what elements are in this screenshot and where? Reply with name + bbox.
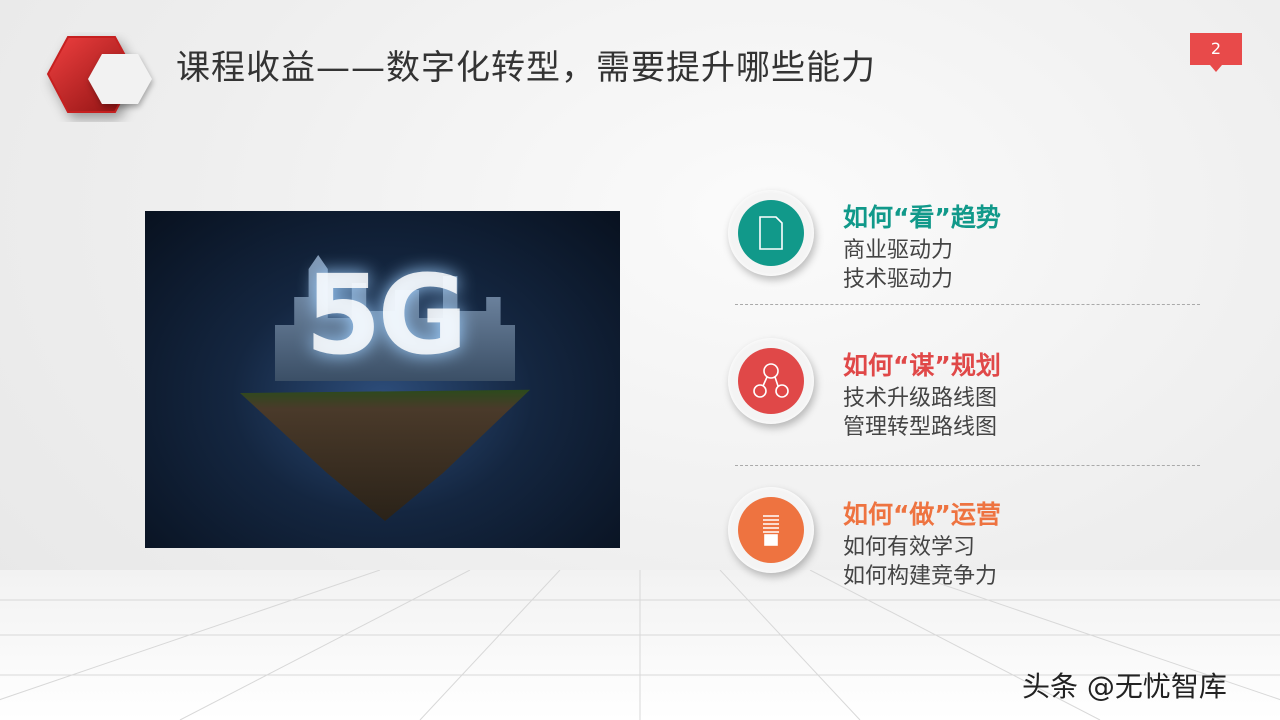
- slide-title: 课程收益——数字化转型，需要提升哪些能力: [176, 48, 876, 88]
- item-heading: 如何“做”运营: [843, 500, 1001, 529]
- network-nodes-icon: [738, 348, 804, 414]
- item-line: 商业驱动力: [843, 238, 954, 263]
- item-line: 管理转型路线图: [843, 415, 998, 440]
- item-see-trends: 如何“看”趋势 商业驱动力 技术驱动力: [728, 190, 1208, 292]
- 5g-city-island-image: 5G: [145, 211, 620, 548]
- item-operate: 如何“做”运营 如何有效学习 如何构建竞争力: [728, 487, 1208, 589]
- item-heading: 如何“看”趋势: [843, 203, 1001, 232]
- watermark: 头条 @无忧智库: [1022, 670, 1227, 703]
- page-number-badge: 2: [1190, 33, 1242, 72]
- item-line: 技术升级路线图: [843, 386, 998, 411]
- hexagon-logo: [40, 32, 160, 122]
- item-plan: 如何“谋”规划 技术升级路线图 管理转型路线图: [728, 338, 1208, 440]
- item-line: 技术驱动力: [843, 267, 954, 292]
- item-line: 如何有效学习: [843, 535, 976, 560]
- lightbulb-icon: [738, 497, 804, 563]
- dashed-divider: [735, 465, 1200, 466]
- dashed-divider: [735, 304, 1200, 305]
- 5g-overlay-text: 5G: [305, 251, 468, 379]
- document-icon: [738, 200, 804, 266]
- item-line: 如何构建竞争力: [843, 564, 998, 589]
- floating-island: [240, 389, 530, 521]
- item-heading: 如何“谋”规划: [843, 351, 1001, 380]
